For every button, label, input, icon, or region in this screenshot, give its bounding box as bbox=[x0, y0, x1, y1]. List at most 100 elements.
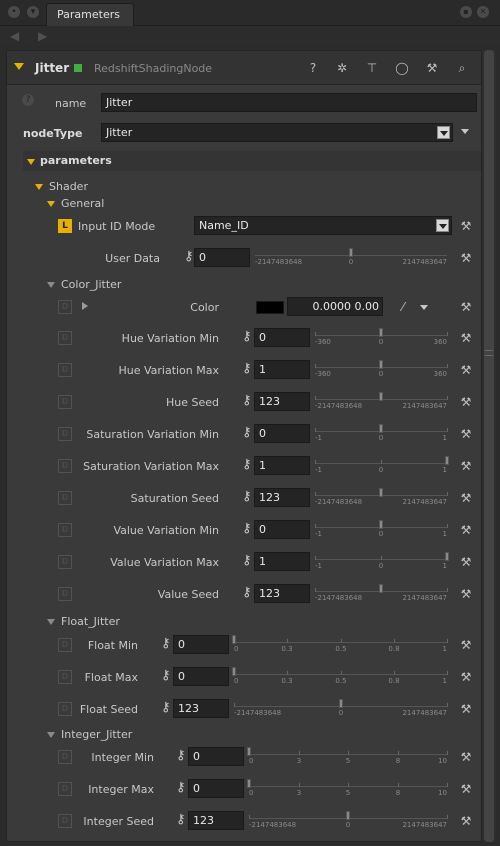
hierarchy-icon[interactable]: ⊤ bbox=[364, 60, 380, 76]
param-slider[interactable]: 0 0.3 0.5 0.8 1 bbox=[232, 633, 448, 657]
param-field[interactable]: 123 bbox=[254, 584, 310, 603]
param-field[interactable]: 1 bbox=[254, 552, 310, 571]
user-data-field[interactable]: 0 bbox=[194, 248, 250, 267]
wrench-icon[interactable]: ⚒ bbox=[459, 523, 473, 537]
keyframe-icon[interactable]: ⚷ bbox=[184, 249, 194, 265]
param-slider[interactable]: -1 0 1 bbox=[315, 422, 448, 446]
slider-thumb[interactable] bbox=[379, 424, 383, 433]
param-field[interactable]: 0 bbox=[254, 520, 310, 539]
wrench-icon[interactable]: ⚒ bbox=[459, 702, 473, 716]
keyframe-icon[interactable]: ⚷ bbox=[242, 553, 252, 569]
pin-icon[interactable]: • bbox=[8, 6, 20, 18]
keyframe-icon[interactable]: ⚷ bbox=[161, 700, 171, 716]
close-pane-icon[interactable]: ✕ bbox=[477, 6, 489, 18]
wrench-icon[interactable]: ⚒ bbox=[459, 814, 473, 828]
keyframe-icon[interactable]: ⚷ bbox=[242, 361, 252, 377]
wrench-icon[interactable]: ⚒ bbox=[459, 251, 473, 265]
keyframe-icon[interactable]: ⚷ bbox=[242, 329, 252, 345]
param-field[interactable]: 0 bbox=[188, 747, 244, 766]
wrench-icon[interactable]: ⚒ bbox=[459, 587, 473, 601]
slider-thumb[interactable] bbox=[379, 392, 383, 401]
shader-group[interactable]: Shader bbox=[35, 180, 88, 193]
color-jitter-group[interactable]: Color_Jitter bbox=[47, 278, 121, 291]
param-field[interactable]: 0 bbox=[254, 424, 310, 443]
slider-thumb[interactable] bbox=[379, 584, 383, 593]
collapse-arrow-icon[interactable] bbox=[14, 63, 24, 70]
param-field[interactable]: 0 bbox=[173, 635, 229, 654]
param-slider[interactable]: 0 3 5 8 10 bbox=[247, 777, 448, 801]
keyframe-icon[interactable]: ⚷ bbox=[242, 393, 252, 409]
param-slider[interactable]: 0 0.3 0.5 0.8 1 bbox=[232, 665, 448, 689]
keyframe-icon[interactable]: ⚷ bbox=[161, 636, 171, 652]
wrench-icon[interactable]: ⚒ bbox=[459, 491, 473, 505]
back-arrow-icon[interactable]: ◀ bbox=[10, 29, 19, 43]
slider-thumb[interactable] bbox=[339, 699, 343, 708]
param-field[interactable]: 123 bbox=[254, 392, 310, 411]
float-pane-icon[interactable]: ▪ bbox=[460, 6, 472, 18]
color-swatch[interactable] bbox=[256, 301, 284, 314]
param-slider[interactable]: -1 0 1 bbox=[315, 550, 449, 574]
keyframe-icon[interactable]: ⚷ bbox=[242, 457, 252, 473]
input-id-mode-select[interactable]: Name_ID bbox=[194, 216, 452, 235]
param-field[interactable]: 123 bbox=[188, 811, 244, 830]
slider-thumb[interactable] bbox=[346, 811, 350, 820]
name-field[interactable]: Jitter bbox=[101, 93, 477, 112]
param-slider[interactable]: -2147483648 0 2147483647 bbox=[234, 697, 448, 721]
param-field[interactable]: 1 bbox=[254, 360, 310, 379]
param-field[interactable]: 0 bbox=[188, 779, 244, 798]
parameters-section[interactable]: parameters bbox=[23, 151, 481, 171]
keyframe-icon[interactable]: ⚷ bbox=[242, 425, 252, 441]
scrollbar-thumb[interactable] bbox=[484, 50, 494, 842]
slider-thumb[interactable] bbox=[247, 747, 251, 756]
general-group[interactable]: General bbox=[47, 197, 104, 210]
param-slider[interactable]: -2147483648 2147483647 bbox=[315, 582, 448, 606]
gear-icon[interactable]: ✲ bbox=[334, 60, 350, 76]
wrench-icon[interactable]: ⚒ bbox=[459, 670, 473, 684]
float-jitter-group[interactable]: Float_Jitter bbox=[47, 615, 120, 628]
keyframe-icon[interactable]: ⚷ bbox=[176, 812, 186, 828]
options-arrow-icon[interactable] bbox=[461, 129, 469, 134]
chevron-down-icon[interactable] bbox=[420, 305, 428, 310]
color-value-field[interactable]: 0.0000 0.00 bbox=[287, 297, 383, 316]
param-slider[interactable]: -2147483648 0 2147483647 bbox=[249, 809, 448, 833]
wrench-icon[interactable]: ⚒ bbox=[459, 331, 473, 345]
name-help-icon[interactable]: ? bbox=[22, 94, 34, 106]
param-slider[interactable]: 0 3 5 8 10 bbox=[247, 745, 448, 769]
slider-thumb[interactable] bbox=[445, 456, 449, 465]
param-slider[interactable]: -360 0 360 bbox=[315, 326, 448, 350]
param-field[interactable]: 1 bbox=[254, 456, 310, 475]
wrench-icon[interactable]: ⚒ bbox=[459, 395, 473, 409]
keyframe-icon[interactable]: ⚷ bbox=[176, 748, 186, 764]
wrench-icon[interactable]: ⚒ bbox=[459, 555, 473, 569]
keyframe-icon[interactable]: ⚷ bbox=[161, 668, 171, 684]
param-field[interactable]: 0 bbox=[254, 328, 310, 347]
wrench-icon[interactable]: ⚒ bbox=[459, 427, 473, 441]
tab-parameters[interactable]: Parameters bbox=[46, 3, 134, 26]
slider-thumb[interactable] bbox=[379, 328, 383, 337]
wrench-icon[interactable]: ⚒ bbox=[459, 638, 473, 652]
param-slider[interactable]: -2147483648 2147483647 bbox=[315, 390, 448, 414]
param-slider[interactable]: -1 0 1 bbox=[315, 518, 448, 542]
param-field[interactable]: 123 bbox=[173, 699, 229, 718]
slider-thumb[interactable] bbox=[379, 488, 383, 497]
wrench-icon[interactable]: ⚒ bbox=[459, 300, 473, 314]
expand-color-arrow-icon[interactable] bbox=[82, 302, 88, 310]
slider-thumb[interactable] bbox=[232, 635, 236, 644]
wrench-icon[interactable]: ⚒ bbox=[424, 60, 440, 76]
param-slider[interactable]: -360 0 360 bbox=[315, 358, 448, 382]
wrench-icon[interactable]: ⚒ bbox=[459, 782, 473, 796]
scrollbar[interactable] bbox=[482, 50, 496, 842]
wrench-icon[interactable]: ⚒ bbox=[459, 459, 473, 473]
slider-thumb[interactable] bbox=[445, 552, 449, 561]
help-icon[interactable]: ? bbox=[305, 60, 321, 76]
slider-thumb[interactable] bbox=[379, 360, 383, 369]
slider-thumb[interactable] bbox=[247, 779, 251, 788]
param-slider[interactable]: -1 0 1 bbox=[315, 454, 449, 478]
forward-arrow-icon[interactable]: ▶ bbox=[38, 29, 47, 43]
wrench-icon[interactable]: ⚒ bbox=[459, 363, 473, 377]
param-field[interactable]: 123 bbox=[254, 488, 310, 507]
keyframe-icon[interactable]: ⚷ bbox=[242, 585, 252, 601]
param-field[interactable]: 0 bbox=[173, 667, 229, 686]
wrench-icon[interactable]: ⚒ bbox=[459, 219, 473, 233]
integer-jitter-group[interactable]: Integer_Jitter bbox=[47, 728, 132, 741]
